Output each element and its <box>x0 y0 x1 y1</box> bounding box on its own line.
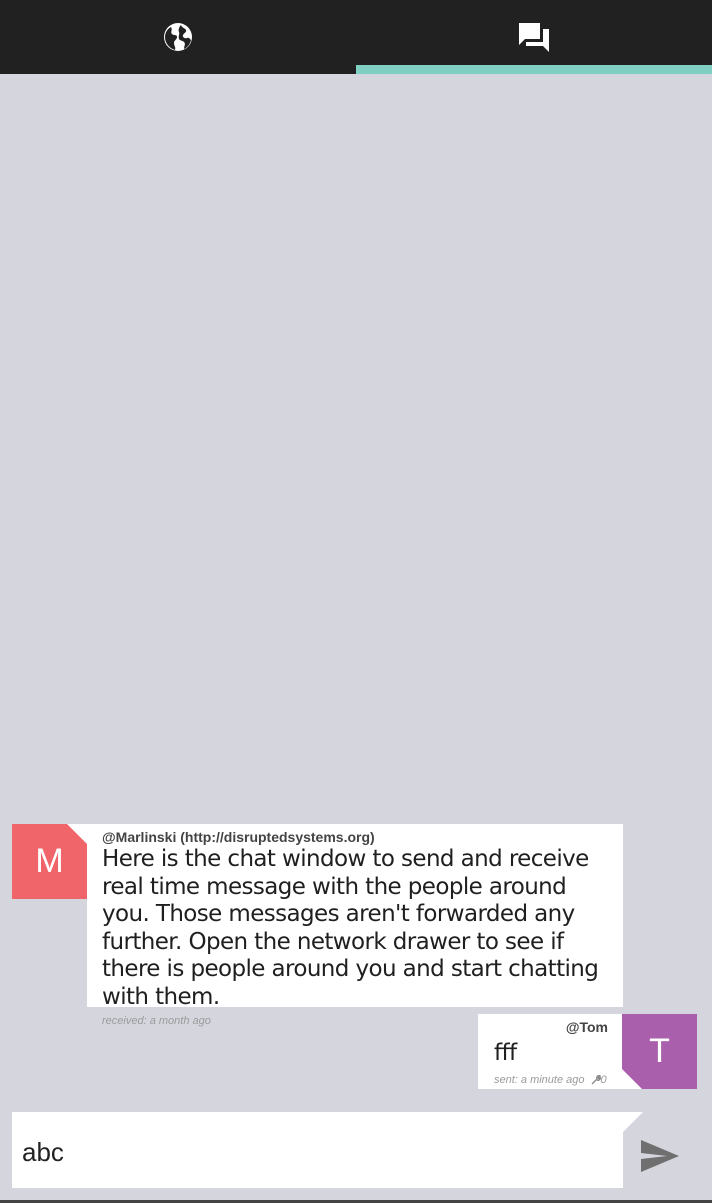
tab-network[interactable] <box>0 0 356 74</box>
tab-chat[interactable] <box>356 0 712 74</box>
message-text: Here is the chat window to send and rece… <box>102 846 599 1010</box>
send-icon <box>640 1139 680 1178</box>
hop-count: 0 <box>591 1074 607 1086</box>
message-bubble-sent[interactable]: @Tom fff sent: a minute ago 0 <box>478 1014 622 1089</box>
send-button[interactable] <box>636 1136 684 1180</box>
avatar: M <box>12 824 87 899</box>
wrench-icon <box>591 1074 601 1084</box>
globe-icon <box>162 21 194 53</box>
active-tab-indicator <box>356 65 712 74</box>
avatar-letter: T <box>649 1032 670 1070</box>
avatar: T <box>622 1014 697 1089</box>
message-timestamp: sent: a minute ago <box>494 1073 585 1086</box>
tab-bar <box>0 0 712 74</box>
message-text: fff <box>494 1040 517 1066</box>
hop-count-value: 0 <box>600 1073 607 1086</box>
message-composer <box>12 1112 643 1188</box>
message-input[interactable] <box>22 1132 612 1172</box>
chat-bubbles-icon <box>517 21 551 53</box>
message-bubble-received[interactable]: @Marlinski (http://disruptedsystems.org)… <box>87 824 623 1027</box>
message-sender: @Marlinski (http://disruptedsystems.org) <box>102 829 375 845</box>
avatar-letter: M <box>35 842 64 880</box>
message-sender: @Tom <box>565 1019 608 1035</box>
message-meta: sent: a minute ago 0 <box>494 1074 608 1086</box>
